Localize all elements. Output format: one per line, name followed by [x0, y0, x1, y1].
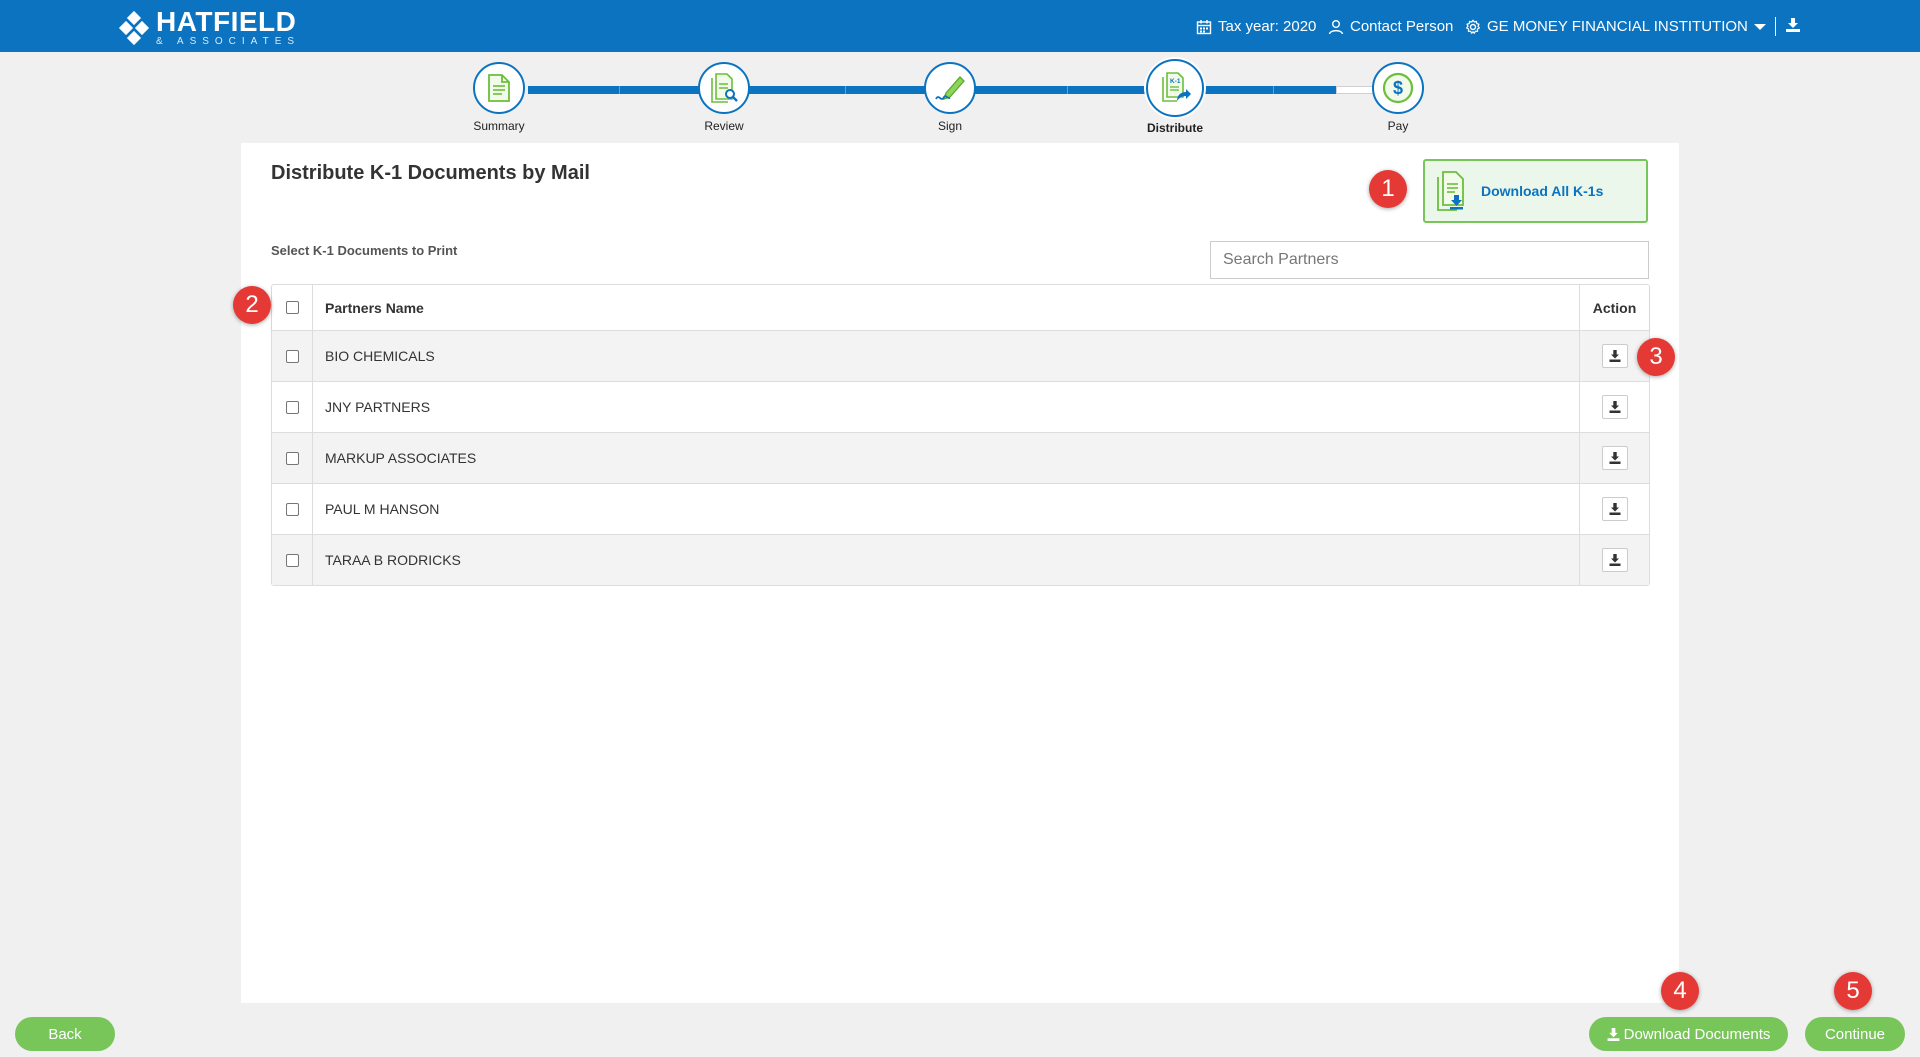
row-download-button[interactable]	[1601, 395, 1628, 419]
download-all-label: Download All K-1s	[1481, 183, 1604, 199]
document-search-icon	[711, 73, 738, 103]
dollar-icon: $	[1382, 72, 1414, 104]
tax-year-indicator[interactable]: Tax year: 2020	[1196, 18, 1316, 35]
table-row[interactable]: PAUL M HANSON	[272, 483, 1649, 534]
step-sign[interactable]: Sign	[923, 62, 977, 133]
table-row[interactable]: MARKUP ASSOCIATES	[272, 432, 1649, 483]
callout-marker: 4	[1661, 972, 1699, 1010]
download-icon	[1786, 18, 1800, 32]
row-download-button[interactable]	[1601, 446, 1628, 470]
k1-share-icon: K-1	[1162, 72, 1191, 102]
download-documents-button[interactable]: Download Documents	[1589, 1017, 1788, 1051]
workflow-stepper: Summary Review Sign K-1 Distribute $ Pay	[470, 59, 1450, 140]
row-download-button[interactable]	[1601, 344, 1628, 368]
contact-person-link[interactable]: Contact Person	[1328, 18, 1453, 35]
column-header-action: Action	[1592, 299, 1637, 316]
download-icon	[1609, 554, 1620, 566]
row-download-button[interactable]	[1601, 548, 1628, 572]
download-icon	[1609, 350, 1620, 362]
logo-subtitle: & ASSOCIATES	[156, 36, 301, 47]
institution-dropdown[interactable]: GE MONEY FINANCIAL INSTITUTION	[1465, 18, 1766, 35]
column-header-partners-name[interactable]: Partners Name	[313, 285, 1580, 330]
row-checkbox[interactable]	[285, 451, 299, 465]
continue-label: Continue	[1824, 1025, 1886, 1043]
step-label: Pay	[1387, 119, 1409, 133]
pen-sign-icon	[935, 76, 965, 101]
partner-name: MARKUP ASSOCIATES	[313, 433, 1580, 483]
logo-mark-icon	[118, 10, 150, 45]
calendar-icon	[1196, 19, 1212, 34]
callout-marker: 5	[1834, 972, 1872, 1010]
select-all-checkbox[interactable]	[285, 301, 299, 314]
download-icon	[1607, 1027, 1620, 1041]
header-download-button[interactable]	[1786, 18, 1800, 32]
step-pay[interactable]: $ Pay	[1371, 62, 1425, 133]
download-documents-label: Download Documents	[1623, 1025, 1771, 1043]
step-label: Review	[704, 119, 744, 133]
partners-table: Partners Name Action BIO CHEMICALS JNY P…	[271, 284, 1650, 586]
document-download-icon	[1437, 171, 1464, 211]
select-documents-label: Select K-1 Documents to Print	[271, 243, 458, 258]
continue-button[interactable]: Continue	[1805, 1017, 1905, 1051]
svg-text:$: $	[1393, 78, 1403, 98]
callout-marker: 3	[1637, 338, 1675, 376]
top-header: HATFIELD & ASSOCIATES Tax year: 2020 Con…	[0, 0, 1920, 52]
row-checkbox[interactable]	[285, 349, 299, 363]
logo-name: HATFIELD	[156, 6, 297, 37]
callout-marker: 2	[233, 286, 271, 324]
institution-name: GE MONEY FINANCIAL INSTITUTION	[1487, 18, 1748, 35]
table-row[interactable]: BIO CHEMICALS	[272, 330, 1649, 381]
download-all-k1s-button[interactable]: Download All K-1s	[1423, 159, 1648, 223]
header-divider	[1775, 17, 1776, 36]
download-icon	[1609, 401, 1620, 413]
row-download-button[interactable]	[1601, 497, 1628, 521]
contact-person-text: Contact Person	[1350, 18, 1454, 35]
callout-marker: 1	[1369, 170, 1407, 208]
caret-down-icon	[1753, 23, 1766, 30]
back-button[interactable]: Back	[15, 1017, 115, 1051]
search-partners-input[interactable]	[1210, 241, 1649, 279]
row-checkbox[interactable]	[285, 502, 299, 516]
partner-name: PAUL M HANSON	[313, 484, 1580, 534]
partner-name: JNY PARTNERS	[313, 382, 1580, 432]
document-icon	[488, 74, 510, 102]
step-summary[interactable]: Summary	[472, 62, 526, 133]
distribute-panel: Distribute K-1 Documents by Mail Downloa…	[241, 143, 1679, 1003]
step-label: Distribute	[1147, 121, 1204, 135]
step-review[interactable]: Review	[697, 62, 751, 133]
svg-text:K-1: K-1	[1170, 78, 1181, 85]
tax-year-text: Tax year: 2020	[1218, 18, 1317, 35]
partner-name: BIO CHEMICALS	[313, 331, 1580, 381]
row-checkbox[interactable]	[285, 553, 299, 567]
table-row[interactable]: TARAA B RODRICKS	[272, 534, 1649, 585]
user-icon	[1328, 19, 1344, 34]
step-label: Sign	[937, 119, 963, 133]
partner-name: TARAA B RODRICKS	[313, 535, 1580, 585]
gear-icon	[1466, 19, 1480, 34]
table-row[interactable]: JNY PARTNERS	[272, 381, 1649, 432]
company-logo[interactable]: HATFIELD & ASSOCIATES	[118, 8, 300, 47]
page-title: Distribute K-1 Documents by Mail	[271, 162, 590, 184]
step-distribute[interactable]: K-1 Distribute	[1146, 59, 1204, 135]
row-checkbox[interactable]	[285, 400, 299, 414]
step-label: Summary	[473, 119, 525, 133]
download-icon	[1609, 452, 1620, 464]
download-icon	[1609, 503, 1620, 515]
back-label: Back	[48, 1025, 82, 1043]
table-header-row: Partners Name Action	[272, 285, 1649, 330]
